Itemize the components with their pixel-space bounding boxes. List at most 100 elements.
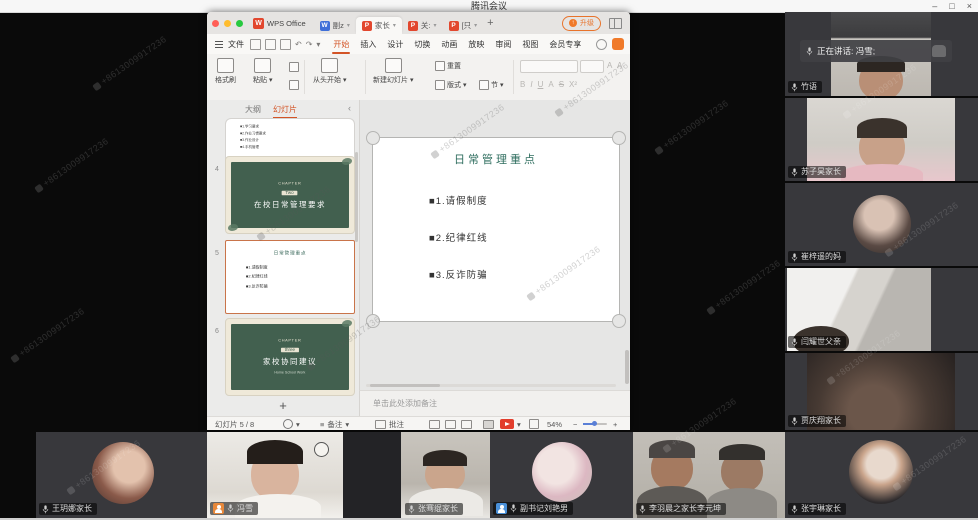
participant-tile[interactable]: 张骞绲家长 xyxy=(343,432,490,518)
microphone-icon xyxy=(227,504,234,513)
zoom-slider[interactable] xyxy=(583,417,607,430)
minimize-button[interactable]: – xyxy=(932,0,937,12)
slide-thumbnail-6[interactable]: CHAPTER three 家校协同建议 Home School Work xyxy=(225,318,355,396)
slide-thumbnail-4[interactable]: CHAPTER Two 在校日常管理要求 xyxy=(225,156,355,234)
chevron-down-icon[interactable]: ▾ xyxy=(316,40,320,49)
doc-tab-ppt2[interactable]: P 关:▾ xyxy=(402,17,443,34)
save-icon[interactable] xyxy=(250,39,261,50)
watermark: +8613009917236 xyxy=(705,258,782,316)
participant-name: 崔梓遥的妈 xyxy=(801,252,841,262)
view-sorter-icon[interactable] xyxy=(445,417,456,430)
help-icon[interactable] xyxy=(596,39,607,50)
slide-thumbnail-5-selected[interactable]: 日常管理重点 ■1.请假制度 ■2.纪律红线 ■3.反诈防骗 xyxy=(225,240,355,314)
zoom-in-button[interactable]: + xyxy=(613,417,617,430)
watermark: +8613009917236 xyxy=(33,136,110,194)
underline-button[interactable]: U xyxy=(538,80,544,89)
raise-hand-icon[interactable] xyxy=(932,45,946,57)
participant-tile[interactable]: 崔梓遥的妈 xyxy=(785,183,978,266)
participant-tile[interactable]: 张宇琳家长 xyxy=(785,432,978,518)
new-slide-button[interactable]: 新建幻灯片 ▾ xyxy=(373,58,413,85)
tab-transition[interactable]: 切换 xyxy=(413,37,431,52)
close-button[interactable]: × xyxy=(967,0,972,12)
copy-icon[interactable] xyxy=(289,80,299,90)
new-tab-button[interactable]: + xyxy=(487,17,493,29)
play-slideshow-button[interactable]: ▾ xyxy=(500,417,521,430)
current-slide-canvas[interactable]: 日常管理重点 ■1.请假制度 ■2.纪律红线 ■3.反诈防骗 xyxy=(372,137,620,322)
font-size-select[interactable] xyxy=(580,60,604,73)
preview-icon[interactable] xyxy=(280,39,291,50)
notes-pane[interactable]: 单击此处添加备注 xyxy=(359,390,630,417)
font-grow-icon[interactable]: A xyxy=(607,61,612,70)
notes-button[interactable]: ≡ 备注 ▾ xyxy=(320,417,349,430)
participant-name-label: 贾庆翔家长 xyxy=(788,415,846,427)
undo-icon[interactable]: ↶ xyxy=(295,40,302,49)
participant-name-label: 王玥娜家长 xyxy=(39,503,97,515)
microphone-icon xyxy=(791,338,798,347)
collapse-panel-icon[interactable]: ‹ xyxy=(348,103,351,113)
print-icon[interactable] xyxy=(265,39,276,50)
theme-button[interactable]: ▾ xyxy=(283,417,300,430)
char-format-button[interactable]: A xyxy=(548,80,553,89)
file-menu[interactable]: 文件 xyxy=(228,39,244,50)
participant-name-label: 崔梓遥的妈 xyxy=(788,251,846,263)
participant-tile[interactable]: 李羽晨之家长李元坤 xyxy=(633,432,785,518)
zoom-out-button[interactable]: − xyxy=(573,417,577,430)
participant-tile[interactable]: 苏子昊家长 xyxy=(785,98,978,181)
cut-icon[interactable] xyxy=(289,62,299,72)
doc-tab-ppt3[interactable]: P [只▾ xyxy=(443,17,484,34)
tab-slideshow[interactable]: 放映 xyxy=(467,37,485,52)
tab-slides[interactable]: 幻灯片 xyxy=(273,104,297,119)
traffic-close-icon[interactable] xyxy=(212,20,219,27)
horizontal-scrollbar[interactable] xyxy=(366,384,616,387)
tab-home[interactable]: 开始 xyxy=(332,37,350,52)
meeting-app-window: 腾讯会议 – □ × W WPS Office W 副z▾ P xyxy=(0,0,978,520)
participant-tile-active-speaker[interactable]: 冯雪 xyxy=(207,432,343,518)
tab-review[interactable]: 审阅 xyxy=(494,37,512,52)
panel-scrollbar[interactable] xyxy=(355,152,358,242)
font-name-select[interactable] xyxy=(520,60,578,73)
wps-ai-icon[interactable] xyxy=(612,38,624,50)
vertical-scrollbar[interactable] xyxy=(625,102,629,386)
reset-button[interactable]: 重置 xyxy=(435,61,461,71)
section-button[interactable]: 节 ▾ xyxy=(479,80,503,90)
cohost-icon xyxy=(496,503,507,514)
tab-design[interactable]: 设计 xyxy=(386,37,404,52)
superscript-button[interactable]: X² xyxy=(569,80,577,89)
participant-tile[interactable]: 闫耀世父亲 xyxy=(785,268,978,351)
upgrade-button[interactable]: ↑ 升级 xyxy=(562,16,601,31)
doc-tab-active-ppt[interactable]: P 家长▾ xyxy=(356,17,402,34)
layout-button[interactable]: 版式 ▾ xyxy=(435,80,466,90)
traffic-minimize-icon[interactable] xyxy=(224,20,231,27)
view-read-icon[interactable] xyxy=(461,417,472,430)
participant-tile[interactable]: 王玥娜家长 xyxy=(36,432,207,518)
handout-icon[interactable] xyxy=(483,417,494,430)
tab-outline[interactable]: 大纲 xyxy=(245,104,261,115)
doc-tab-word[interactable]: W 副z▾ xyxy=(314,17,356,34)
traffic-zoom-icon[interactable] xyxy=(236,20,243,27)
tab-insert[interactable]: 插入 xyxy=(359,37,377,52)
split-view-icon[interactable] xyxy=(609,18,622,29)
theme-icon xyxy=(283,419,293,429)
comments-button[interactable]: 批注 xyxy=(375,417,404,430)
format-painter-button[interactable]: 格式刷 xyxy=(215,58,236,85)
participant-tile[interactable]: 副书记刘艳男 xyxy=(490,432,633,518)
strike-button[interactable]: S xyxy=(559,80,564,89)
participant-tile[interactable]: 贾庆翔家长 xyxy=(785,353,978,430)
paste-button[interactable]: 粘贴 ▾ xyxy=(253,58,272,85)
add-slide-button[interactable]: + xyxy=(207,398,359,413)
font-shrink-icon[interactable]: A xyxy=(617,61,622,70)
fit-window-icon[interactable] xyxy=(529,417,539,430)
bold-button[interactable]: B xyxy=(520,80,525,89)
tab-membership[interactable]: 会员专享 xyxy=(548,37,582,52)
tab-view[interactable]: 视图 xyxy=(521,37,539,52)
italic-button[interactable]: I xyxy=(530,80,532,89)
ppt-file-icon: P xyxy=(362,21,372,31)
hamburger-icon[interactable] xyxy=(215,44,223,45)
play-from-start-button[interactable]: 从头开始 ▾ xyxy=(313,58,346,85)
tab-animation[interactable]: 动画 xyxy=(440,37,458,52)
redo-icon[interactable]: ↷ xyxy=(306,40,313,49)
ribbon-tabs: 开始 插入 设计 切换 动画 放映 审阅 视图 会员专享 xyxy=(332,37,582,52)
maximize-button[interactable]: □ xyxy=(949,0,954,12)
view-normal-icon[interactable] xyxy=(429,417,440,430)
speaking-text: 正在讲话: 冯雪; xyxy=(817,45,875,57)
